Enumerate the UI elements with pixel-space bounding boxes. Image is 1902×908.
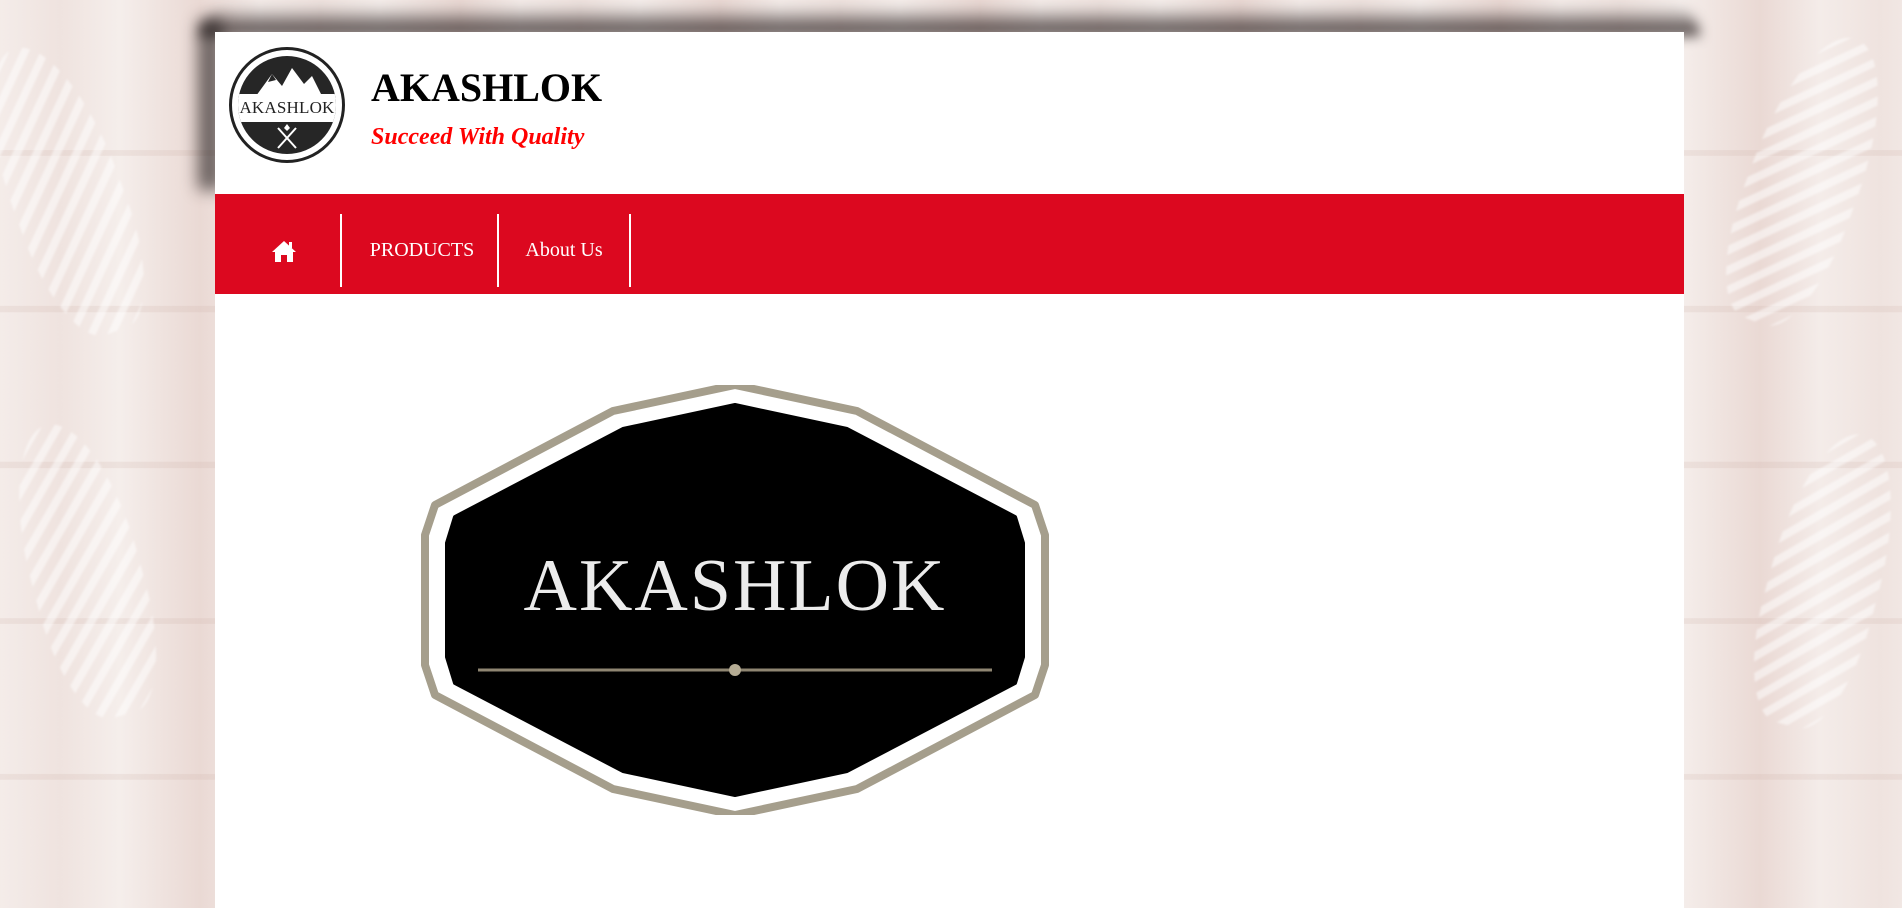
logo-inner: AKASHLOK	[238, 56, 336, 154]
home-icon	[272, 240, 296, 262]
site-tagline: Succeed With Quality	[371, 124, 585, 150]
nav-item-products[interactable]: PRODUCTS	[343, 214, 501, 287]
nav-item-about-us[interactable]: About Us	[499, 214, 629, 287]
main-navigation: PRODUCTS About Us	[215, 194, 1684, 294]
nav-separator	[629, 214, 631, 287]
hero-logo-text: AKASHLOK	[524, 545, 947, 627]
site-logo[interactable]: AKASHLOK	[229, 47, 345, 163]
nav-home[interactable]	[259, 214, 309, 287]
background-wheat-decoration	[0, 30, 168, 350]
logo-text: AKASHLOK	[238, 94, 336, 122]
background-wheat-decoration	[0, 410, 177, 730]
site-title[interactable]: AKASHLOK	[371, 64, 602, 111]
hero-logo-badge: AKASHLOK	[421, 385, 1049, 815]
site-header: AKASHLOK AKASHLOK Succeed With Quality	[215, 32, 1684, 194]
nav-separator	[340, 214, 342, 287]
background-wheat-decoration	[1702, 20, 1902, 340]
background-wheat-decoration	[1733, 420, 1902, 740]
